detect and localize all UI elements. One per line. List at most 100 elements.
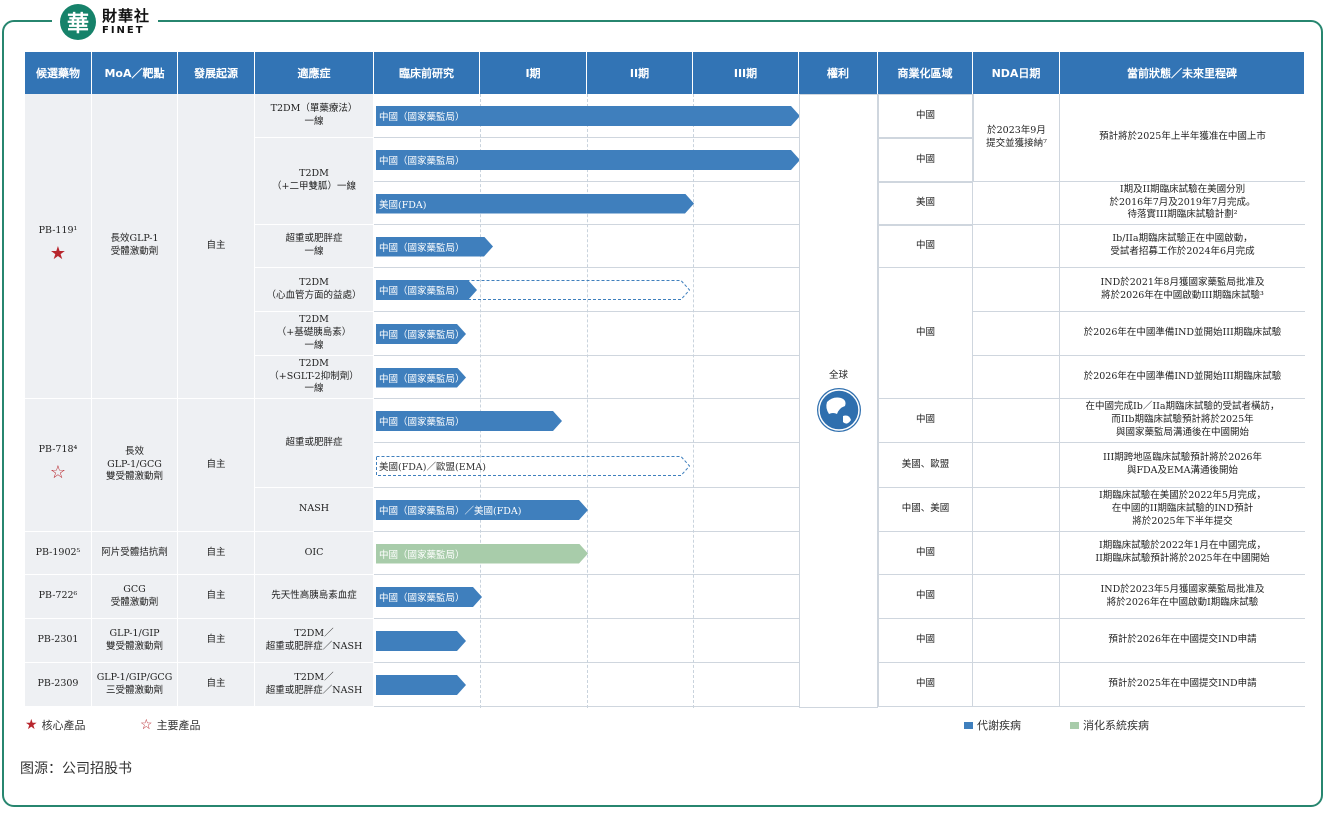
origin-cell: 自主 [178,532,255,575]
drug-name: PB-2309 [37,678,79,690]
legend-core: ★ 核心產品 [25,717,86,733]
stage-divider [587,94,588,708]
pipeline-bar [376,631,466,651]
origin-cell: 自主 [178,663,255,707]
header-12: 當前狀態／未來里程碑 [1060,52,1305,94]
status-cell: IND於2023年5月獲國家藥監局批准及 將於2026年在中國啟動I期臨床試驗 [1060,575,1305,619]
indication-cell: T2DM （+基礎胰島素） 一線 [255,312,374,356]
pipeline-bar-planned: 中國（國家藥監局） [376,280,690,300]
pipeline-bar-planned: 美國(FDA)／歐盟(EMA) [376,455,690,476]
outline-star-icon: ☆ [140,717,153,733]
moa-cell: GCG 受體激動劑 [92,575,178,619]
metabolic-swatch-icon [964,721,973,729]
drug-name: PB-722⁶ [38,590,78,602]
pipeline-bar: 中國（國家藥監局） [376,368,466,388]
pipeline-bar: 中國（國家藥監局） [376,150,800,170]
legend-metabolic: 代謝疾病 [964,717,1021,733]
region-cell: 中國 [878,575,973,619]
source-note: 图源：公司招股书 [20,761,132,777]
status-cell: 在中國完成Ib／IIa期臨床試驗的受試者橫訪， 而IIb期臨床試驗預計將於202… [1060,399,1305,443]
legend-core-label: 核心產品 [41,719,86,732]
pipeline-bar: 中國（國家藥監局） [376,411,562,431]
pipeline-table: 候選藥物 MoA／靶點 發展起源 適應症 臨床前研究 I期 II期 III期 權利 商業化區域 ND… [25,52,1305,708]
indication-cell: OIC [255,532,374,575]
region-cell: 中國 [878,619,973,663]
status-cell: 預計將於2025年上半年獲准在中國上市 [1060,94,1305,182]
header-1: 候選藥物 [25,52,92,94]
nda-empty-cell [973,663,1060,707]
rights-cell: 全球 [799,94,878,708]
indication-cell: T2DM／ 超重或肥胖症／NASH [255,663,374,707]
pipeline-bar [376,675,466,695]
drug-name-cell: PB-718⁴ ☆ [25,399,92,532]
header-8: III期 [693,52,799,94]
legend-digestive-label: 消化系統疾病 [1083,719,1149,732]
origin-cell: 自主 [178,619,255,663]
indication-cell: T2DM （心血管方面的益處） [255,268,374,312]
origin-cell: 自主 [178,94,255,399]
status-cell: I期臨床試驗於2022年1月在中國完成， II期臨床試驗預計將於2025年在中國… [1060,532,1305,575]
nda-empty-cell [973,532,1060,575]
pipeline-bar: 中國（國家藥監局） [376,324,466,344]
pipeline-bar: 中國（國家藥監局） [376,587,482,607]
region-cell: 美國 [878,182,973,225]
stage-divider [480,94,481,708]
nda-empty-cell [973,575,1060,619]
nda-date-cell: 於2023年9月 提交並獲接納⁷ [973,94,1060,182]
bar-label: 中國（國家藥監局） [379,286,465,297]
region-cell: 中國 [878,268,973,399]
pipeline-bar: 美國(FDA) [376,194,694,214]
status-cell: I期臨床試驗在美國於2022年5月完成， 在中國的II期臨床試驗的IND預計 將… [1060,488,1305,532]
moa-cell: 長效GLP-1 受體激動劑 [92,94,178,399]
nda-empty-cell [973,399,1060,443]
nda-empty-cell [973,312,1060,356]
region-cell: 中國 [878,663,973,707]
indication-cell: 先天性高胰島素血症 [255,575,374,619]
nda-empty-cell [973,225,1060,268]
moa-cell: 長效 GLP-1/GCG 雙受體激動劑 [92,399,178,532]
digestive-swatch-icon [1070,721,1079,729]
globe-icon [816,388,861,433]
nda-empty-cell [973,268,1060,312]
indication-cell: T2DM／ 超重或肥胖症／NASH [255,619,374,663]
legend-metabolic-label: 代謝疾病 [977,719,1021,732]
indication-cell: T2DM （+SGLT-2抑制劑） 一線 [255,356,374,399]
bar-label: 美國(FDA)／歐盟(EMA) [379,461,486,473]
status-cell: III期跨地區臨床試驗預計將於2026年 與FDA及EMA溝通後開始 [1060,443,1305,488]
pipeline-bar: 中國（國家藥監局） [376,106,800,126]
drug-name: PB-718⁴ [38,444,78,456]
drug-name: PB-119¹ [38,225,78,237]
indication-cell: T2DM （+二甲雙胍）一線 [255,138,374,225]
status-cell: 於2026年在中國準備IND並開始III期臨床試驗 [1060,312,1305,356]
brand-logo: 華 財華社 FINET [52,0,159,44]
header-5: 臨床前研究 [374,52,480,94]
moa-cell: 阿片受體拮抗劑 [92,532,178,575]
drug-name-cell: PB-119¹ ★ [25,94,92,399]
origin-cell: 自主 [178,575,255,619]
brand-name-en: FINET [102,24,145,36]
region-cell: 美國、歐盟 [878,443,973,488]
drug-name: PB-2301 [37,634,79,646]
drug-name-cell: PB-2301 [25,619,92,663]
drug-name-cell: PB-1902⁵ [25,532,92,575]
region-cell: 中國 [878,138,973,182]
region-cell: 中國 [878,399,973,443]
indication-cell: NASH [255,488,374,532]
nda-empty-cell [973,488,1060,532]
legend-digestive: 消化系統疾病 [1070,717,1149,733]
finet-logo-icon: 華 [60,4,96,40]
header-7: II期 [587,52,693,94]
indication-cell: T2DM（單藥療法） 一線 [255,94,374,138]
drug-name-cell: PB-722⁶ [25,575,92,619]
header-10: 商業化區域 [878,52,973,94]
indication-cell: 超重或肥胖症 一線 [255,225,374,268]
indication-cell: 超重或肥胖症 [255,399,374,488]
legend-key: ☆ 主要產品 [140,717,201,733]
region-cell: 中國 [878,94,973,138]
filled-star-icon: ★ [25,717,38,733]
core-product-star-icon: ★ [49,243,67,265]
region-cell: 中國 [878,532,973,575]
legend-key-label: 主要產品 [156,719,201,732]
pipeline-bar: 中國（國家藥監局） [376,544,588,564]
brand-name-cn: 財華社 [102,6,151,25]
